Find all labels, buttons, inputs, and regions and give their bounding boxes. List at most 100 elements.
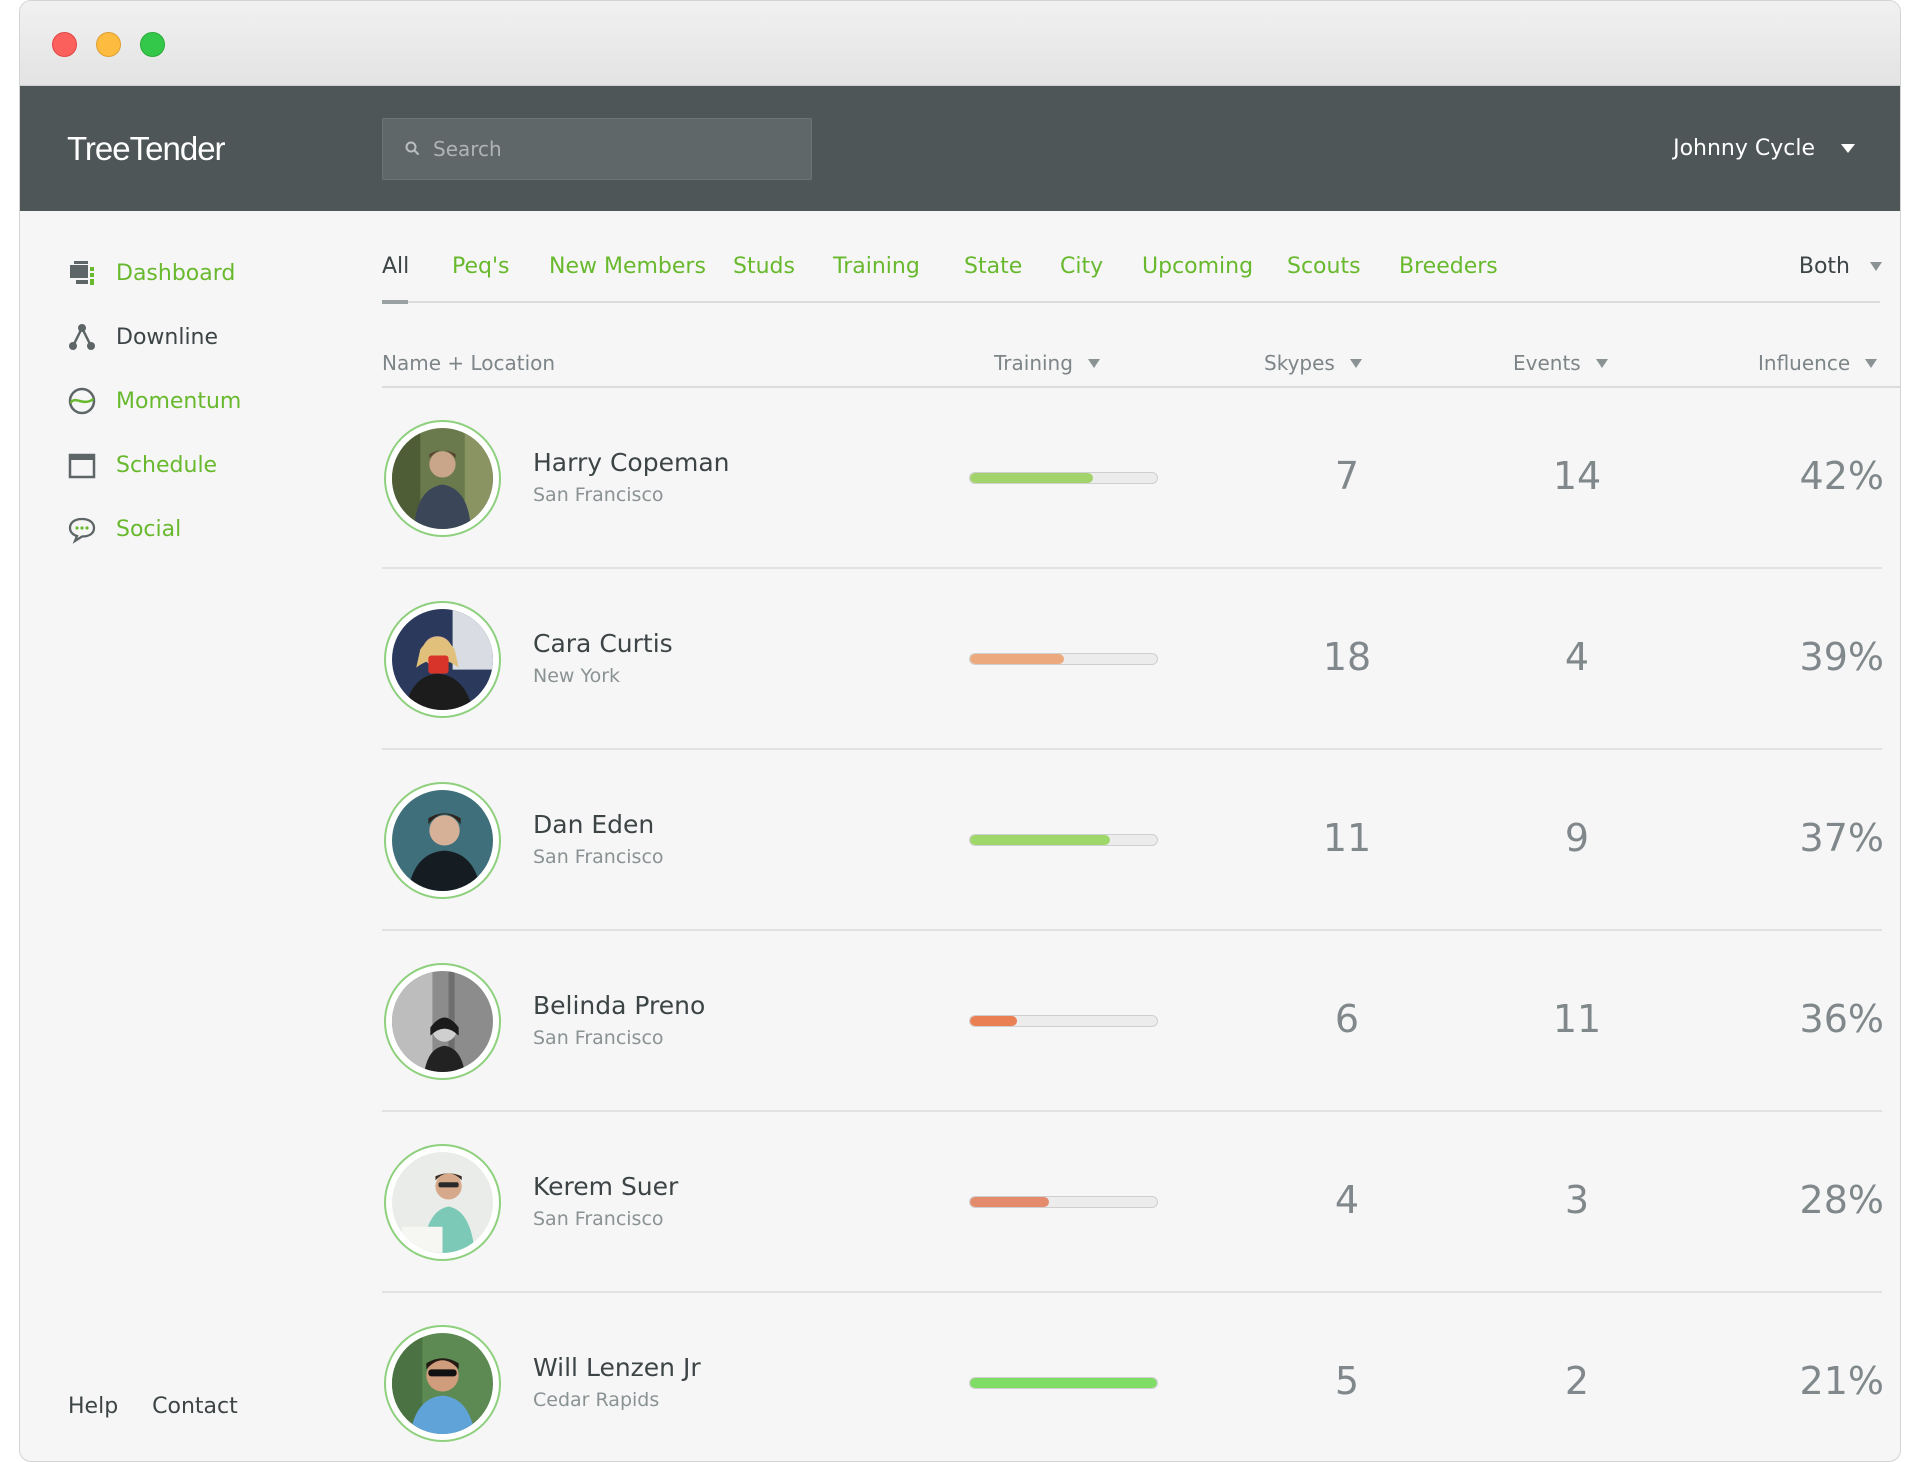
events-count: 3 — [1564, 1178, 1590, 1222]
minimize-window-button[interactable] — [96, 32, 121, 57]
training-progress-fill — [970, 835, 1111, 845]
events-count: 2 — [1564, 1359, 1590, 1403]
avatar-photo-image — [392, 790, 493, 891]
training-progress-fill — [970, 1378, 1157, 1388]
skypes-count: 6 — [1334, 997, 1360, 1041]
events-count: 11 — [1552, 997, 1602, 1041]
skypes-count: 5 — [1334, 1359, 1360, 1403]
tab-breeders[interactable]: Breeders — [1399, 254, 1498, 279]
column-header-events[interactable]: Events — [1513, 351, 1608, 375]
table-row[interactable]: Belinda Preno San Francisco 6 11 36% — [382, 931, 1884, 1112]
avatar-photo-image — [392, 1152, 493, 1253]
avatar[interactable] — [384, 963, 501, 1080]
brand-logo[interactable]: TreeTender — [67, 130, 226, 168]
tab-new-members[interactable]: New Members — [549, 254, 706, 279]
sidebar-item-social[interactable]: Social — [66, 513, 181, 545]
close-window-button[interactable] — [52, 32, 77, 57]
avatar-photo — [392, 428, 493, 529]
tab-upcoming[interactable]: Upcoming — [1142, 254, 1253, 279]
training-progress-bar — [969, 653, 1158, 665]
both-dropdown[interactable]: Both — [1799, 254, 1882, 279]
tab-all[interactable]: All — [382, 254, 409, 279]
sidebar-item-dashboard[interactable]: Dashboard — [66, 257, 235, 289]
avatar[interactable] — [384, 601, 501, 718]
training-progress-fill — [970, 473, 1094, 483]
tab-peqs[interactable]: Peq's — [452, 254, 510, 279]
search-box[interactable] — [382, 118, 812, 180]
training-progress-bar — [969, 834, 1158, 846]
member-location: Cedar Rapids — [533, 1389, 660, 1411]
table-row[interactable]: Kerem Suer San Francisco 4 3 28% — [382, 1112, 1884, 1293]
member-location: San Francisco — [533, 1208, 664, 1230]
events-count: 14 — [1552, 454, 1602, 498]
avatar[interactable] — [384, 1325, 501, 1442]
influence-value: 42% — [1799, 454, 1884, 498]
avatar-photo — [392, 609, 493, 710]
dropdown-value: Both — [1798, 254, 1850, 279]
training-progress-bar — [969, 1196, 1158, 1208]
member-name[interactable]: Cara Curtis — [533, 629, 673, 658]
skypes-count: 11 — [1322, 816, 1372, 860]
tab-training[interactable]: Training — [833, 254, 920, 279]
training-progress-fill — [970, 654, 1064, 664]
column-header-training[interactable]: Training — [994, 351, 1100, 375]
tab-scouts[interactable]: Scouts — [1287, 254, 1361, 279]
column-header-label: Training — [994, 351, 1073, 375]
user-menu[interactable]: Johnny Cycle — [1673, 136, 1855, 161]
column-header-influence[interactable]: Influence — [1758, 351, 1878, 375]
skypes-count: 18 — [1322, 635, 1372, 679]
window-titlebar — [20, 1, 1900, 86]
contact-link[interactable]: Contact — [152, 1394, 238, 1419]
dashboard-icon — [70, 261, 94, 285]
sidebar-item-momentum[interactable]: Momentum — [66, 385, 241, 417]
app-window: TreeTender Johnny Cycle Dashboard — [19, 0, 1901, 1462]
member-location: San Francisco — [533, 846, 664, 868]
skypes-count: 4 — [1334, 1178, 1360, 1222]
table-row[interactable]: Dan Eden San Francisco 11 9 37% — [382, 750, 1884, 931]
filter-tabs: All Peq's New Members Studs Training Sta… — [382, 254, 1882, 304]
member-name[interactable]: Dan Eden — [533, 810, 654, 839]
influence-value: 37% — [1799, 816, 1884, 860]
search-input[interactable] — [433, 119, 803, 179]
sort-icon — [1087, 358, 1100, 368]
sidebar-item-schedule[interactable]: Schedule — [66, 449, 217, 481]
member-location: New York — [533, 665, 621, 687]
column-header-name: Name + Location — [382, 351, 555, 375]
tab-state[interactable]: State — [964, 254, 1022, 279]
tab-studs[interactable]: Studs — [733, 254, 795, 279]
search-icon — [405, 141, 419, 155]
avatar[interactable] — [384, 1144, 501, 1261]
table-row[interactable]: Will Lenzen Jr Cedar Rapids 5 2 21% — [382, 1293, 1884, 1461]
column-header-skypes[interactable]: Skypes — [1264, 351, 1362, 375]
training-progress-bar — [969, 1015, 1158, 1027]
sidebar-item-label: Momentum — [116, 388, 242, 414]
skypes-count: 7 — [1334, 454, 1360, 498]
momentum-icon — [68, 387, 96, 415]
sidebar-item-downline[interactable]: Downline — [66, 321, 218, 353]
column-header-label: Name + Location — [382, 351, 556, 375]
avatar-photo — [392, 1333, 493, 1434]
events-count: 4 — [1564, 635, 1590, 679]
column-header-label: Events — [1513, 351, 1581, 375]
member-name[interactable]: Harry Copeman — [533, 448, 730, 477]
influence-value: 39% — [1799, 635, 1884, 679]
help-link[interactable]: Help — [68, 1394, 118, 1419]
speech-bubble-icon — [68, 517, 96, 544]
avatar-photo-image — [392, 609, 493, 710]
sort-icon — [1349, 358, 1362, 368]
tab-city[interactable]: City — [1060, 254, 1103, 279]
influence-value: 36% — [1799, 997, 1884, 1041]
table-row[interactable]: Cara Curtis New York 18 4 39% — [382, 569, 1884, 750]
sidebar-item-label: Schedule — [116, 452, 218, 478]
training-progress-fill — [970, 1016, 1017, 1026]
member-name[interactable]: Will Lenzen Jr — [533, 1353, 701, 1382]
member-name[interactable]: Belinda Preno — [533, 991, 705, 1020]
sidebar-item-label: Downline — [116, 324, 219, 350]
member-name[interactable]: Kerem Suer — [533, 1172, 678, 1201]
training-progress-fill — [970, 1197, 1049, 1207]
zoom-window-button[interactable] — [140, 32, 165, 57]
avatar[interactable] — [384, 420, 501, 537]
avatar[interactable] — [384, 782, 501, 899]
active-tab-indicator — [382, 300, 408, 304]
table-row[interactable]: Harry Copeman San Francisco 7 14 42% — [382, 388, 1884, 569]
